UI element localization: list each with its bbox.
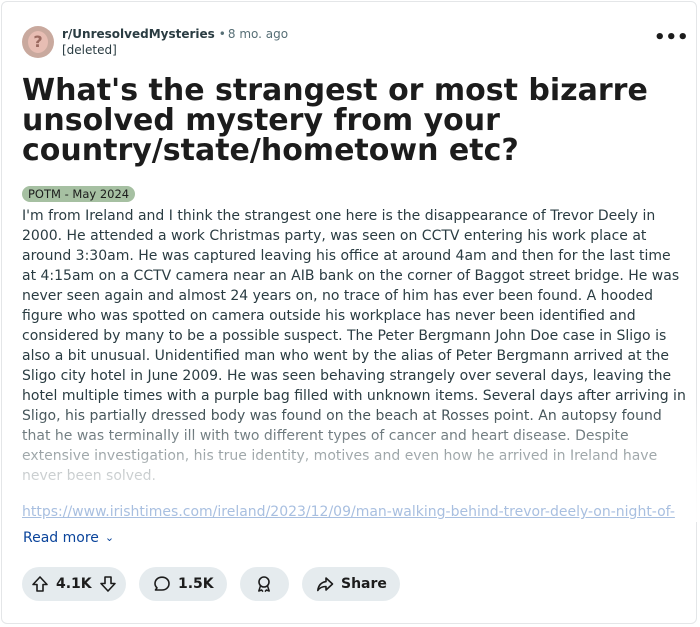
ellipsis-icon: ••• (654, 27, 689, 48)
subreddit-link[interactable]: r/UnresolvedMysteries (62, 27, 215, 41)
article-link[interactable]: https://www.irishtimes.com/ireland/2023/… (22, 502, 692, 524)
question-mark-icon: ? (28, 31, 48, 53)
subreddit-avatar[interactable]: ? (22, 26, 54, 58)
comment-bubble-icon (153, 575, 171, 593)
meta-separator: • (218, 27, 226, 41)
subreddit-line: r/UnresolvedMysteries • 8 mo. ago (62, 27, 288, 42)
upvote-count: 4.1K (56, 576, 92, 592)
more-options-button[interactable]: ••• (654, 29, 689, 52)
post-author: [deleted] (62, 43, 117, 57)
post-age: 8 mo. ago (227, 27, 289, 41)
comments-button[interactable]: 1.5K (139, 567, 227, 601)
downvote-arrow-icon[interactable] (99, 575, 117, 593)
share-arrow-icon (316, 575, 334, 593)
post-body-text: I'm from Ireland and I think the strange… (22, 208, 686, 484)
post-card: ? r/UnresolvedMysteries • 8 mo. ago [delet… (1, 1, 700, 624)
post-meta: r/UnresolvedMysteries • 8 mo. ago [deleted… (62, 27, 288, 58)
post-title[interactable]: What's the strangest or most bizarre uns… (22, 76, 682, 166)
chevron-down-icon: ⌄ (104, 531, 115, 544)
post-flair[interactable]: POTM - May 2024 (22, 186, 136, 202)
read-more-label: Read more (23, 530, 99, 546)
post-body: I'm from Ireland and I think the strange… (22, 206, 686, 502)
read-more-button[interactable]: Read more ⌄ (23, 529, 114, 548)
award-icon (255, 575, 273, 593)
award-button[interactable] (240, 567, 289, 601)
upvote-arrow-icon[interactable] (31, 575, 49, 593)
comment-count: 1.5K (178, 576, 214, 592)
share-label: Share (341, 576, 387, 592)
post-header: ? r/UnresolvedMysteries • 8 mo. ago [delet… (22, 26, 689, 62)
share-button[interactable]: Share (302, 567, 400, 601)
vote-pill: 4.1K (22, 567, 126, 601)
